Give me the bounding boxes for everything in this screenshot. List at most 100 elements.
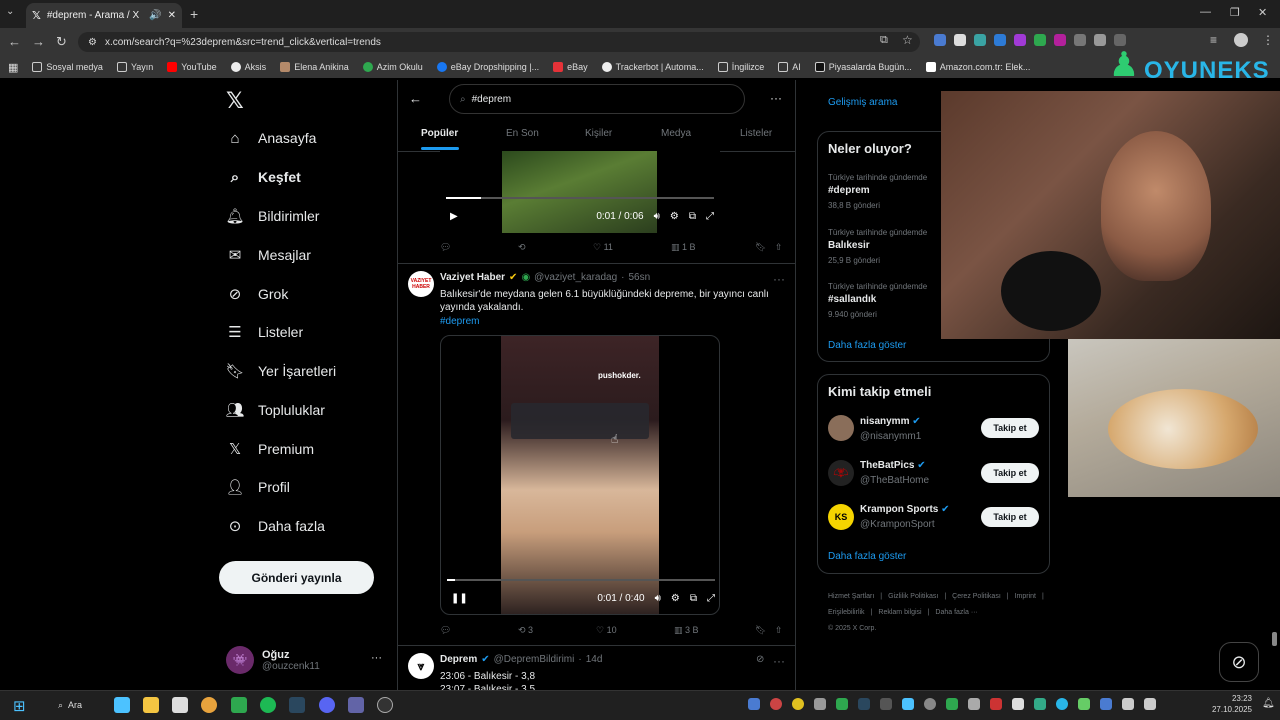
menu-list-icon[interactable]: ≡ [1210, 33, 1217, 47]
pip-icon[interactable]: ⧉ [689, 211, 696, 222]
avatar[interactable]: 🦇︎ [828, 460, 854, 486]
fullscreen-icon[interactable]: ⤢ [707, 593, 715, 604]
nav-home[interactable]: ⌂ Anasayfa [226, 129, 316, 147]
excel-icon[interactable] [231, 697, 247, 713]
like-button[interactable]: ♡ 10 [596, 625, 674, 636]
windows-start-icon[interactable]: ⊞ [13, 697, 26, 715]
bluetooth-icon[interactable] [1100, 698, 1112, 710]
volume-icon[interactable]: 🔊︎ [655, 593, 661, 604]
bookmark-item[interactable]: YouTube [167, 62, 217, 72]
star-icon[interactable]: ☆ [902, 33, 913, 47]
share-icon[interactable]: ⇧ [775, 625, 783, 636]
task-view-icon[interactable] [114, 697, 130, 713]
follow-button[interactable]: Takip et [981, 463, 1039, 483]
footer-link[interactable]: Hizmet Şartları [828, 589, 874, 605]
tray-icon[interactable] [770, 698, 782, 710]
back-arrow-icon[interactable]: ← [409, 91, 422, 106]
scrollbar-thumb[interactable] [1272, 632, 1277, 646]
tab-popular[interactable]: Popüler [421, 128, 458, 139]
nav-profile[interactable]: 👤︎ Profil [225, 478, 289, 496]
avatar[interactable]: ⩔ [408, 653, 434, 679]
new-tab-button[interactable]: + [190, 6, 198, 22]
tweet-time[interactable]: 14d [586, 654, 603, 665]
reply-icon[interactable]: 💬︎ [440, 625, 518, 636]
follow-button[interactable]: Takip et [981, 418, 1039, 438]
tab-lists[interactable]: Listeler [740, 128, 772, 139]
minimize-icon[interactable]: — [1200, 6, 1211, 18]
tray-icon[interactable] [946, 698, 958, 710]
footer-link[interactable]: Gizlilik Politikası [888, 589, 938, 605]
tray-icon[interactable] [836, 698, 848, 710]
bookmark-item[interactable]: Yayın [116, 62, 153, 72]
bookmark-item[interactable]: eBay [553, 62, 588, 72]
pause-icon[interactable]: ❚❚ [451, 593, 468, 604]
bookmark-icon[interactable]: 🔖︎ [755, 242, 775, 253]
grok-explain-icon[interactable]: ⊘ [756, 654, 764, 665]
nav-bookmarks[interactable]: 🔖︎ Yer İşaretleri [225, 362, 336, 380]
trend-name[interactable]: #deprem [828, 185, 870, 196]
nav-lists[interactable]: ☰ Listeler [226, 323, 303, 341]
tray-icon[interactable] [902, 698, 914, 710]
tray-icon[interactable] [880, 698, 892, 710]
store-icon[interactable] [172, 697, 188, 713]
forward-icon[interactable]: → [32, 34, 45, 49]
bookmark-icon[interactable]: 🔖︎ [755, 625, 775, 636]
bookmark-item[interactable]: Sosyal medya [32, 62, 103, 72]
tray-icon[interactable] [924, 698, 936, 710]
volume-icon[interactable] [1144, 698, 1156, 710]
volume-icon[interactable]: 🔊︎ [654, 211, 660, 222]
account-more-icon[interactable]: ··· [371, 652, 382, 664]
tray-icon[interactable] [748, 698, 760, 710]
extension-icon[interactable] [1054, 34, 1066, 46]
maximize-icon[interactable]: ❐ [1230, 6, 1240, 19]
teams-icon[interactable] [348, 697, 364, 713]
author-name[interactable]: Deprem [440, 654, 477, 665]
bookmark-item[interactable]: Piyasalarda Bugün... [814, 62, 912, 72]
follow-name[interactable]: TheBatPics ✔ [860, 460, 926, 471]
pip-icon[interactable]: ⧉ [690, 593, 697, 604]
tab-search-icon[interactable]: ⌄ [6, 6, 14, 17]
close-window-icon[interactable]: ✕ [1258, 6, 1267, 19]
obs-icon[interactable] [377, 697, 393, 713]
retweet-button[interactable]: ⟲ 3 [518, 625, 596, 636]
steam-icon[interactable] [289, 697, 305, 713]
tab-latest[interactable]: En Son [506, 128, 539, 139]
author-handle[interactable]: @DepremBildirimi [494, 654, 575, 665]
author-handle[interactable]: @vaziyet_karadag [534, 272, 617, 283]
tray-icon[interactable] [814, 698, 826, 710]
views-button[interactable]: ▥ 1 B [671, 242, 755, 253]
profile-avatar-icon[interactable] [1234, 33, 1248, 47]
extension-icon[interactable] [994, 34, 1006, 46]
footer-link[interactable]: Erişilebilirlik [828, 605, 865, 621]
nav-communities[interactable]: 👥︎ Topluluklar [225, 401, 324, 419]
extension-icon[interactable] [934, 34, 946, 46]
tab-close-icon[interactable]: ✕ [168, 10, 176, 21]
like-button[interactable]: ♡ 11 [593, 242, 671, 253]
reload-icon[interactable]: ↻ [56, 34, 67, 50]
advanced-search-link[interactable]: Gelişmiş arama [828, 97, 897, 108]
notification-bell-icon[interactable]: 🔔︎ [1262, 698, 1275, 709]
video-progress-track[interactable] [447, 579, 715, 581]
site-info-icon[interactable]: ⚙ [88, 37, 97, 48]
trend-name[interactable]: #sallandık [828, 294, 876, 305]
tweet-video[interactable]: pushokder. ☝ ❚❚ 0:01 / 0:40 🔊︎ ⚙ ⧉ ⤢ [440, 335, 720, 615]
search-options-icon[interactable]: ··· [770, 91, 782, 105]
footer-link[interactable]: Daha fazla ··· [935, 605, 977, 621]
bookmark-item[interactable]: İngilizce [717, 62, 764, 72]
bookmark-item[interactable]: eBay Dropshipping |... [436, 62, 539, 72]
tweet-more-icon[interactable]: ··· [773, 654, 785, 668]
tray-icon[interactable] [968, 698, 980, 710]
nav-explore[interactable]: ⌕ Keşfet [226, 168, 301, 186]
nav-notifications[interactable]: 🔔︎ Bildirimler [225, 207, 319, 225]
show-more-trends[interactable]: Daha fazla göster [828, 340, 906, 351]
tab-audio-icon[interactable]: 🔊 [149, 10, 161, 21]
nav-premium[interactable]: 𝕏 Premium [226, 440, 314, 458]
search-input[interactable]: ⌕ #deprem [449, 84, 745, 114]
x-home-logo-icon[interactable]: 𝕏 [226, 88, 244, 114]
tweet-video[interactable]: ▶ 0:01 / 0:06 🔊︎ ⚙ ⧉ ⤢ [440, 151, 720, 233]
file-explorer-icon[interactable] [143, 697, 159, 713]
extension-icon[interactable] [1094, 34, 1106, 46]
video-progress-track[interactable] [446, 197, 714, 199]
browser-tab[interactable]: 𝕏 #deprem - Arama / X 🔊 ✕ [26, 3, 182, 28]
tray-icon[interactable] [792, 698, 804, 710]
